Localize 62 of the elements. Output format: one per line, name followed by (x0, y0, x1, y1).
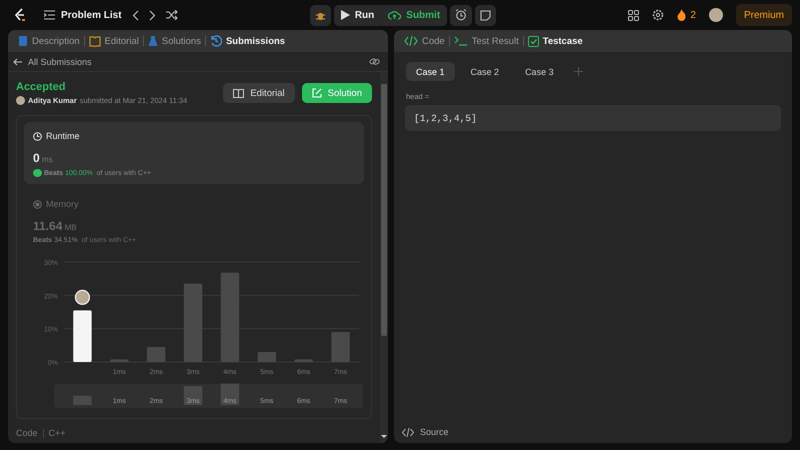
chevron-right-icon[interactable] (148, 10, 156, 20)
document-icon (18, 35, 28, 47)
editorial-button[interactable]: Editorial (223, 83, 295, 103)
case-tab[interactable]: Case 3 (515, 62, 564, 81)
panel-tab[interactable]: Solutions (144, 30, 205, 52)
histogram-bar[interactable] (73, 310, 92, 362)
settings-icon[interactable] (652, 9, 664, 21)
history-icon (210, 35, 222, 47)
chevron-left-icon[interactable] (132, 10, 139, 20)
shuffle-icon[interactable] (166, 10, 178, 20)
cloud-upload-icon (388, 10, 402, 20)
stat-value: 0 ms (33, 151, 54, 165)
back-arrow-icon[interactable] (13, 58, 22, 66)
chip-icon (33, 200, 42, 208)
logo-icon[interactable] (14, 8, 26, 22)
all-submissions-link[interactable]: All Submissions (28, 56, 92, 66)
book-icon (233, 88, 244, 98)
panel-tab[interactable]: Submissions (206, 30, 290, 52)
case-tab[interactable]: Case 1 (406, 62, 455, 81)
clock-icon (33, 132, 42, 140)
language-label: C++ (48, 428, 66, 438)
checkbox-icon (528, 36, 539, 46)
flame-icon (677, 9, 686, 21)
code-label: Code (16, 428, 38, 438)
source-link[interactable]: Source (420, 427, 449, 437)
grid-icon[interactable] (628, 10, 640, 20)
stat-title: Memory (33, 199, 355, 209)
panel-tab[interactable]: Editorial (84, 30, 143, 52)
edit-icon (312, 88, 322, 98)
panel-tab[interactable]: Testcase (524, 30, 587, 52)
timer-button[interactable] (450, 4, 472, 26)
book-icon (88, 36, 101, 46)
avatar[interactable] (708, 8, 723, 22)
terminal-icon (454, 36, 468, 46)
overview-bar (184, 386, 202, 405)
panel-tab[interactable]: Test Result (450, 30, 523, 52)
testcase-input[interactable]: [1,2,3,4,5] (405, 105, 781, 131)
problem-list-link[interactable]: Problem List (61, 10, 122, 20)
code-icon (402, 428, 414, 436)
code-icon (404, 36, 418, 46)
list-icon[interactable] (44, 10, 55, 20)
debug-button[interactable] (310, 4, 331, 26)
streak-counter[interactable]: 2 (677, 9, 696, 21)
stat-value: 11.64 MB (33, 219, 78, 233)
case-tab[interactable]: Case 2 (460, 62, 510, 81)
avatar (16, 96, 25, 105)
avatar-marker (74, 290, 90, 305)
premium-button[interactable]: Premium (736, 4, 792, 26)
notes-button[interactable] (475, 4, 496, 26)
flask-icon (148, 35, 158, 47)
stat-title: Runtime (33, 131, 355, 141)
play-icon (340, 10, 350, 20)
overview-bar (73, 396, 92, 405)
scrollbar-thumb[interactable] (381, 84, 387, 336)
scrollbar[interactable] (380, 72, 388, 443)
overview-bar (220, 384, 240, 405)
alarm-clock-icon (455, 9, 468, 21)
link-icon[interactable] (369, 57, 380, 66)
note-icon (480, 10, 492, 20)
panel-tab[interactable]: Code (400, 30, 449, 52)
status-text: Accepted (16, 81, 67, 93)
panel-tab[interactable]: Description (14, 30, 84, 52)
